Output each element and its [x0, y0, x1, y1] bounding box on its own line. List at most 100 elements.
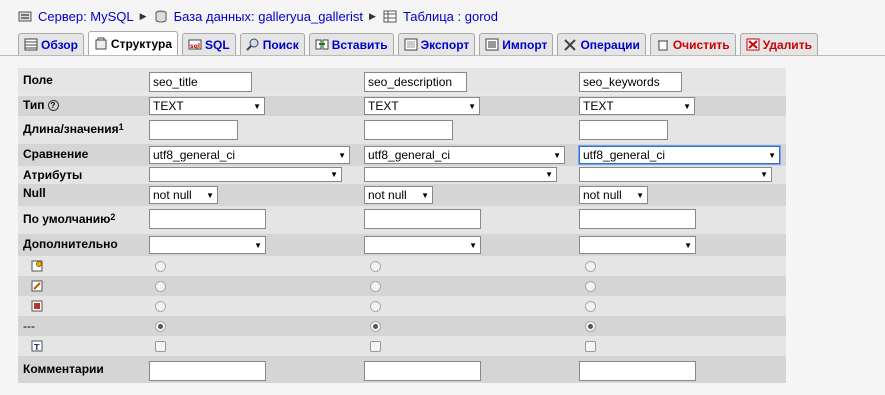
dropdown-arrow-icon: ▼: [684, 240, 692, 250]
row-type: Тип? TEXT ▼ TEXT ▼ TEXT ▼: [18, 96, 786, 116]
breadcrumb-table[interactable]: Таблица : gorod: [383, 9, 498, 24]
tab-bar: Обзор Структура sql SQL Поиск Вставить Э…: [18, 31, 818, 55]
fulltext-checkbox[interactable]: [585, 341, 596, 352]
row-length: Длина/значения1: [18, 116, 786, 144]
tab-browse-label[interactable]: Обзор: [41, 38, 78, 52]
null-select[interactable]: not null ▼: [149, 186, 218, 204]
breadcrumb-separator-icon: ▶: [139, 10, 147, 21]
tab-export-label[interactable]: Экспорт: [421, 38, 470, 52]
none-radio[interactable]: [155, 321, 166, 332]
label-null: Null: [23, 186, 46, 200]
breadcrumb-database[interactable]: База данных: galleryua_gallerist: [154, 9, 363, 24]
breadcrumb-table-label[interactable]: Таблица : gorod: [403, 9, 498, 24]
row-attributes: Атрибуты ▼ ▼ ▼: [18, 166, 786, 184]
unique-radio[interactable]: [155, 301, 166, 312]
comment-input[interactable]: [579, 361, 696, 381]
tab-drop-label[interactable]: Удалить: [763, 38, 812, 52]
fulltext-checkbox[interactable]: [155, 341, 166, 352]
help-icon[interactable]: ?: [47, 100, 59, 112]
svg-text:sql: sql: [190, 43, 200, 50]
dropdown-arrow-icon: ▼: [683, 101, 691, 111]
tab-import-label[interactable]: Импорт: [502, 38, 547, 52]
tab-operations-label[interactable]: Операции: [580, 38, 639, 52]
collation-select[interactable]: utf8_general_ci ▼: [364, 146, 565, 164]
default-input[interactable]: [364, 209, 481, 229]
default-input[interactable]: [579, 209, 696, 229]
index-radio[interactable]: [370, 281, 381, 292]
field-name-input[interactable]: seo_description: [364, 72, 467, 92]
label-comments: Комментарии: [23, 362, 104, 376]
extra-select[interactable]: ▼: [364, 236, 481, 254]
breadcrumb: Сервер: MySQL ▶ База данных: galleryua_g…: [18, 6, 498, 26]
attributes-select[interactable]: ▼: [579, 167, 772, 182]
extra-select[interactable]: ▼: [579, 236, 696, 254]
tab-structure[interactable]: Структура: [87, 31, 179, 55]
database-icon: [154, 10, 168, 23]
label-field: Поле: [23, 73, 53, 87]
tab-operations[interactable]: Операции: [557, 33, 646, 55]
tab-insert-label[interactable]: Вставить: [332, 38, 388, 52]
none-radio[interactable]: [370, 321, 381, 332]
breadcrumb-server-label[interactable]: Сервер: MySQL: [38, 9, 134, 24]
operations-icon: [563, 38, 577, 51]
field-name-input[interactable]: seo_keywords: [579, 72, 682, 92]
tab-insert[interactable]: Вставить: [308, 33, 394, 55]
tab-search-label[interactable]: Поиск: [263, 38, 299, 52]
dropdown-arrow-icon: ▼: [636, 190, 644, 200]
row-unique: [18, 296, 786, 316]
breadcrumb-server[interactable]: Сервер: MySQL: [18, 9, 134, 24]
row-index-none: ---: [18, 316, 786, 336]
primary-radio[interactable]: [370, 261, 381, 272]
field-definition-table: Поле seo_title seo_description seo_keywo…: [18, 68, 786, 383]
tab-import[interactable]: Импорт: [479, 33, 554, 55]
dropdown-arrow-icon: ▼: [338, 150, 346, 160]
unique-radio[interactable]: [370, 301, 381, 312]
row-default: По умолчанию2: [18, 206, 786, 234]
primary-radio[interactable]: [585, 261, 596, 272]
type-select[interactable]: TEXT ▼: [579, 97, 695, 115]
field-name-input[interactable]: seo_title: [149, 72, 252, 92]
server-icon: [18, 10, 32, 23]
fulltext-checkbox[interactable]: [370, 341, 381, 352]
type-select[interactable]: TEXT ▼: [364, 97, 480, 115]
tab-structure-label[interactable]: Структура: [111, 37, 172, 51]
length-input[interactable]: [364, 120, 453, 140]
label-collation: Сравнение: [23, 147, 89, 161]
default-input[interactable]: [149, 209, 266, 229]
none-radio[interactable]: [585, 321, 596, 332]
label-type: Тип?: [18, 96, 148, 112]
index-radio[interactable]: [585, 281, 596, 292]
collation-select[interactable]: utf8_general_ci ▼: [149, 146, 350, 164]
attributes-select[interactable]: ▼: [149, 167, 342, 182]
type-select[interactable]: TEXT ▼: [149, 97, 265, 115]
tab-drop[interactable]: Удалить: [739, 33, 818, 55]
breadcrumb-separator-icon: ▶: [369, 10, 376, 21]
tab-sql[interactable]: sql SQL: [182, 33, 236, 55]
tab-empty[interactable]: Очистить: [649, 33, 736, 55]
label-length-text: Длина/значения: [23, 122, 119, 136]
extra-select[interactable]: ▼: [149, 236, 266, 254]
tab-search[interactable]: Поиск: [239, 33, 305, 55]
unique-radio[interactable]: [585, 301, 596, 312]
null-select[interactable]: not null ▼: [364, 186, 433, 204]
tab-empty-label[interactable]: Очистить: [673, 38, 730, 52]
attributes-select[interactable]: ▼: [364, 167, 557, 182]
label-attributes: Атрибуты: [23, 168, 83, 182]
length-input[interactable]: [149, 120, 238, 140]
breadcrumb-database-label[interactable]: База данных: galleryua_gallerist: [174, 9, 363, 24]
label-extra: Дополнительно: [23, 237, 118, 251]
index-radio[interactable]: [155, 281, 166, 292]
dropdown-arrow-icon: ▼: [469, 240, 477, 250]
collation-select-value: utf8_general_ci: [583, 148, 666, 162]
null-select[interactable]: not null ▼: [579, 186, 648, 204]
collation-select[interactable]: utf8_general_ci ▼: [579, 146, 780, 164]
length-input[interactable]: [579, 120, 668, 140]
tabs-divider: [0, 55, 885, 56]
tab-sql-label[interactable]: SQL: [205, 38, 230, 52]
tab-export[interactable]: Экспорт: [397, 33, 476, 55]
tab-browse[interactable]: Обзор: [18, 33, 84, 55]
comment-input[interactable]: [364, 361, 481, 381]
primary-radio[interactable]: [155, 261, 166, 272]
insert-icon: [315, 38, 329, 51]
comment-input[interactable]: [149, 361, 266, 381]
